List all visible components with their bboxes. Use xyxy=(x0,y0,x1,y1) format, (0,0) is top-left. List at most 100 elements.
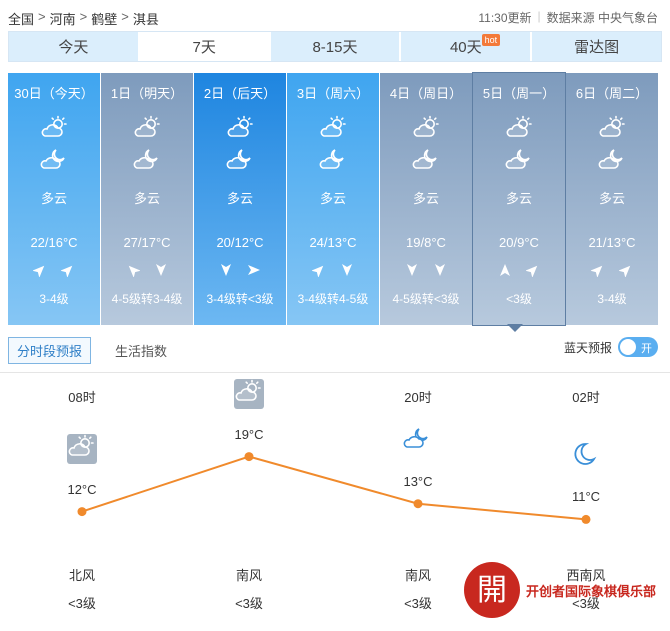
hour-wind-level: <3级 xyxy=(68,596,96,611)
hour-label: 02时 xyxy=(572,390,600,405)
hour-wind-direction: 南风 xyxy=(235,568,262,583)
day-card[interactable]: 1日（明天） 多云 27/17°C 4-5级转3-4级 xyxy=(101,73,193,325)
breadcrumb-item-city[interactable]: 鹤壁 xyxy=(91,9,117,28)
tab-life-index[interactable]: 生活指数 xyxy=(115,341,167,360)
day-weather-desc: 多云 xyxy=(505,191,532,206)
hot-badge: hot xyxy=(481,34,501,46)
day-card[interactable]: 2日（后天） 多云 20/12°C 3-4级转<3级 xyxy=(194,73,286,325)
data-source: 数据来源 中央气象台 xyxy=(546,11,658,25)
breadcrumb: 全国 > 河南 > 鹤壁 > 淇县 xyxy=(8,9,159,28)
day-name: 4日（周日） xyxy=(389,86,463,101)
partly-cloudy-icon xyxy=(226,115,254,144)
day-name: 2日（后天） xyxy=(203,86,277,101)
tab-label: 今天 xyxy=(58,39,89,56)
day-card[interactable]: 30日（今天） 多云 22/16°C 3-4级 xyxy=(8,73,100,325)
wind-arrow-icon xyxy=(618,263,633,282)
day-wind-level: <3级 xyxy=(506,292,532,306)
partly-cloudy-icon xyxy=(505,115,533,144)
day-wind-level: 3-4级转<3级 xyxy=(206,292,274,306)
wind-direction xyxy=(380,263,472,282)
temperature-line xyxy=(81,455,587,521)
update-time: 11:30更新 xyxy=(478,11,532,25)
temperature-point xyxy=(244,452,254,462)
hour-wind-level: <3级 xyxy=(235,596,263,611)
wind-direction xyxy=(8,263,100,282)
day-card[interactable]: 3日（周六） 多云 24/13°C 3-4级转4-5级 xyxy=(287,73,379,325)
day-wind-level: 3-4级 xyxy=(39,292,69,306)
day-temperature: 24/13°C xyxy=(309,235,357,250)
cloudy-night-icon xyxy=(412,147,440,176)
wind-arrow-icon xyxy=(525,263,540,282)
top-bar: 全国 > 河南 > 鹤壁 > 淇县 11:30更新 | 数据来源 中央气象台 xyxy=(0,0,670,32)
day-temperature: 20/12°C xyxy=(216,235,264,250)
hour-temperature: 12°C xyxy=(67,481,97,497)
day-temperature: 20/9°C xyxy=(499,235,539,250)
blue-sky-toggle[interactable]: 开 xyxy=(618,337,658,357)
meta-divider: | xyxy=(537,9,541,23)
cloudy-night-icon xyxy=(40,147,68,176)
breadcrumb-item-country[interactable]: 全国 xyxy=(8,9,34,28)
tab-radar[interactable]: 雷达图 xyxy=(532,32,661,61)
temperature-point xyxy=(77,507,87,517)
temperature-point xyxy=(581,514,591,524)
partly-cloudy-icon xyxy=(234,378,264,409)
day-temperature: 19/8°C xyxy=(406,235,446,250)
tab-8-15days[interactable]: 8-15天 xyxy=(270,32,402,61)
wind-arrow-icon xyxy=(405,263,419,282)
tab-label: 7天 xyxy=(192,39,216,56)
wind-direction xyxy=(194,263,286,282)
wind-arrow-icon xyxy=(60,263,75,282)
breadcrumb-separator: > xyxy=(121,9,129,24)
wind-direction xyxy=(566,263,658,282)
breadcrumb-separator: > xyxy=(79,9,88,24)
blue-sky-label: 蓝天预报 xyxy=(563,340,612,355)
toggle-knob xyxy=(620,339,636,355)
day-wind-level: 4-5级转<3级 xyxy=(392,292,460,306)
day-wind-level: 3-4级 xyxy=(597,292,627,306)
seven-day-forecast: 30日（今天） 多云 22/16°C 3-4级 1日（明天） 多云 27/17°… xyxy=(8,72,662,326)
day-temperature: 22/16°C xyxy=(30,235,78,250)
partly-cloudy-icon xyxy=(319,115,347,144)
tab-today[interactable]: 今天 xyxy=(9,32,140,61)
wind-direction xyxy=(101,263,193,282)
hour-wind-direction: 北风 xyxy=(68,568,95,583)
partly-cloudy-icon xyxy=(598,115,626,144)
partly-cloudy-icon xyxy=(67,433,97,464)
watermark-text: 开创者国际象棋俱乐部 xyxy=(526,583,657,599)
tab-40days[interactable]: 40天 hot xyxy=(401,32,533,61)
tab-hourly-forecast[interactable]: 分时段预报 xyxy=(8,336,92,364)
tab-7days[interactable]: 7天 xyxy=(139,32,271,61)
wind-arrow-icon xyxy=(247,263,261,282)
day-weather-desc: 多云 xyxy=(40,191,67,206)
day-card[interactable]: 4日（周日） 多云 19/8°C 4-5级转<3级 xyxy=(380,73,472,325)
breadcrumb-item-county: 淇县 xyxy=(132,12,159,27)
hour-wind-level: <3级 xyxy=(404,596,432,611)
breadcrumb-item-province[interactable]: 河南 xyxy=(50,9,76,28)
day-card[interactable]: 6日（周二） 多云 21/13°C 3-4级 xyxy=(566,73,658,325)
day-weather-desc: 多云 xyxy=(598,191,625,206)
day-temperature: 27/17°C xyxy=(123,235,171,250)
cloudy-night-icon xyxy=(226,147,254,176)
cloudy-night-icon xyxy=(133,147,161,176)
day-weather-desc: 多云 xyxy=(226,191,253,206)
hour-temperature: 19°C xyxy=(234,426,264,442)
hour-label: 08时 xyxy=(68,390,96,405)
hour-label: 20时 xyxy=(404,390,432,405)
day-card[interactable]: 5日（周一） 多云 20/9°C <3级 xyxy=(472,72,566,326)
partly-cloudy-icon xyxy=(133,115,161,144)
update-meta: 11:30更新 | 数据来源 中央气象台 xyxy=(478,9,658,26)
day-name: 3日（周六） xyxy=(296,86,370,101)
wind-arrow-icon xyxy=(154,263,168,282)
seal-logo: 開 xyxy=(464,562,520,618)
svg-text:開: 開 xyxy=(477,573,507,608)
watermark: 開 开创者国际象棋俱乐部 xyxy=(462,560,656,620)
cloudy-night-icon xyxy=(598,147,626,176)
selected-day-pointer xyxy=(507,324,523,332)
breadcrumb-separator: > xyxy=(38,9,46,24)
wind-arrow-icon xyxy=(340,263,354,282)
blue-sky-forecast: 蓝天预报 开 xyxy=(564,337,658,357)
wind-arrow-icon xyxy=(219,263,233,282)
day-temperature: 21/13°C xyxy=(588,235,636,250)
cloudy-night-icon xyxy=(505,147,533,176)
day-wind-level: 4-5级转3-4级 xyxy=(111,292,183,306)
